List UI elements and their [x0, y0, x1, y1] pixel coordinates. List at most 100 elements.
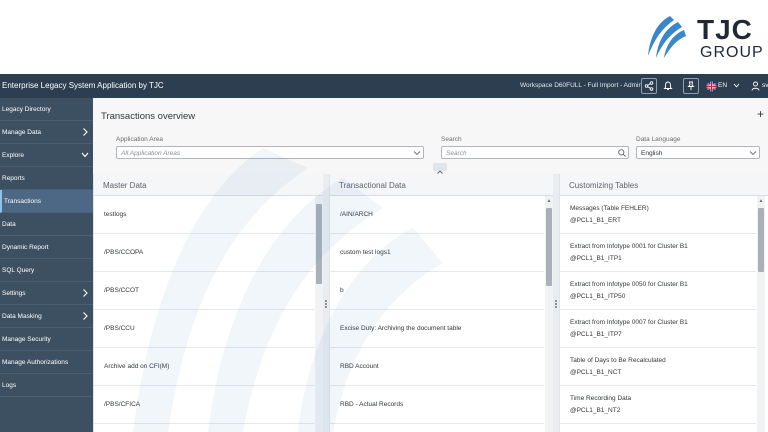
sidebar-item-label: Reports	[2, 175, 25, 182]
data-language-select[interactable]: English	[636, 146, 760, 159]
sidebar-item-label: Manage Authorizations	[2, 359, 69, 366]
list-item[interactable]: Excise Duty: Archiving the document tabl…	[330, 310, 544, 348]
item-title: /PBS/CFICA	[104, 401, 141, 408]
item-subtitle: @PCL1_B1_ITP7	[570, 331, 622, 338]
sidebar-item-data[interactable]: Data	[0, 213, 93, 236]
item-title: Archive add on CFI(M)	[104, 363, 170, 370]
sidebar-item-manage-security[interactable]: Manage Security	[0, 328, 93, 351]
item-title: RBD Account	[340, 363, 379, 370]
chevron-right-icon	[83, 289, 88, 297]
brand-banner: TJC GROUP	[0, 0, 768, 74]
transactional-data-panel: Transactional Data /AIN/ARCH custom test…	[329, 174, 553, 432]
item-title: RBD - Actual Records	[340, 401, 404, 408]
sidebar-item-label: Transactions	[4, 198, 41, 205]
bell-icon	[663, 81, 673, 90]
share-button[interactable]	[641, 78, 657, 94]
item-title: Table of Days to Be Recalculated	[570, 357, 666, 364]
sidebar-item-label: Legacy Directory	[2, 106, 51, 113]
scrollbar-thumb[interactable]	[316, 204, 322, 284]
flag-uk-icon	[706, 81, 716, 91]
pin-button[interactable]	[683, 78, 699, 94]
item-subtitle: @PCL1_B1_ITP50	[570, 293, 626, 300]
sidebar-item-settings[interactable]: Settings	[0, 282, 93, 305]
item-subtitle: @PCL1_B1_ITP1	[570, 255, 622, 262]
item-subtitle: @PCL1_B1_NCT	[570, 369, 622, 376]
item-title: /PBS/CCU	[104, 325, 135, 332]
customizing-tables-header: Customizing Tables	[560, 174, 768, 196]
item-title: /AIN/ARCH	[340, 211, 373, 218]
list-item[interactable]: /PBS/CCU	[94, 310, 314, 348]
item-title: Messages (Table FEHLER)	[570, 205, 649, 212]
list-item[interactable]: /PBS/CCOT	[94, 272, 314, 310]
item-title: Excise Duty: Archiving the document tabl…	[340, 325, 462, 332]
data-language-label: Data Language	[636, 136, 681, 143]
main-content: Transactions overview + Application Area…	[93, 98, 768, 432]
page-title: Transactions overview	[101, 111, 196, 122]
screen: TJC GROUP Enterprise Legacy System Appli…	[0, 0, 768, 432]
search-icon[interactable]	[617, 148, 627, 158]
item-title: testlogs	[104, 211, 127, 218]
item-title: Time Recording Data	[570, 395, 632, 402]
share-icon	[644, 81, 654, 91]
chevron-down-icon	[413, 151, 421, 156]
list-item[interactable]: /AIN/ARCH	[330, 196, 544, 234]
list-item[interactable]: /PBS/CCOPA	[94, 234, 314, 272]
item-title: /PBS/CCOT	[104, 287, 140, 294]
list-item[interactable]: RBD Account	[330, 348, 544, 386]
list-item[interactable]: RBD - Actual Records	[330, 386, 544, 424]
search-placeholder: Search	[446, 150, 467, 157]
master-data-scrollbar[interactable]	[315, 196, 323, 432]
workspace-label[interactable]: Workspace D60FULL - Full Import - Admin	[520, 82, 642, 89]
language-flag[interactable]	[704, 79, 718, 93]
scrollbar-thumb[interactable]	[546, 208, 552, 286]
application-area-select[interactable]: All Application Areas	[116, 146, 424, 159]
sidebar-item-logs[interactable]: Logs	[0, 374, 93, 397]
list-item[interactable]: b	[330, 272, 544, 310]
sidebar-item-reports[interactable]: Reports	[0, 167, 93, 190]
chevron-down-icon[interactable]	[733, 83, 740, 88]
item-subtitle: @PCL1_B1_ERT	[570, 217, 621, 224]
column-title: Master Data	[103, 181, 147, 190]
sidebar-item-manage-data[interactable]: Manage Data	[0, 121, 93, 144]
customizing-tables-panel: Customizing Tables Messages (Table FEHLE…	[559, 174, 768, 432]
user-icon[interactable]	[751, 81, 760, 91]
list-item[interactable]: Extract from Infotype 0050 for Cluster B…	[560, 272, 756, 310]
customizing-tables-scrollbar[interactable]: ▲	[757, 196, 765, 432]
scroll-up-icon[interactable]: ▲	[758, 198, 764, 204]
collapse-filters-button[interactable]	[433, 163, 447, 174]
notifications-button[interactable]	[661, 79, 675, 93]
sidebar-item-dynamic-report[interactable]: Dynamic Report	[0, 236, 93, 259]
sidebar-item-manage-authorizations[interactable]: Manage Authorizations	[0, 351, 93, 374]
list-item[interactable]: testlogs	[94, 196, 314, 234]
sidebar-item-explore[interactable]: Explore	[0, 144, 93, 167]
language-code[interactable]: EN	[718, 82, 727, 89]
tjc-logo: TJC GROUP	[640, 12, 764, 66]
splitter-grip-icon	[555, 300, 557, 308]
user-name[interactable]: sv	[762, 82, 768, 89]
list-item[interactable]: Messages (Table FEHLER) @PCL1_B1_ERT	[560, 196, 756, 234]
brand-name: TJC	[697, 14, 753, 45]
data-language-value: English	[641, 150, 663, 157]
master-data-header: Master Data	[94, 174, 323, 196]
scroll-up-icon[interactable]: ▲	[546, 198, 552, 204]
list-item[interactable]: Table of Days to Be Recalculated @PCL1_B…	[560, 348, 756, 386]
list-item[interactable]: Archive add on CFI(M)	[94, 348, 314, 386]
transactional-data-scrollbar[interactable]: ▲	[545, 196, 553, 432]
list-item[interactable]: Extract from Infotype 0001 for Cluster B…	[560, 234, 756, 272]
sidebar-item-sql-query[interactable]: SQL Query	[0, 259, 93, 282]
chevron-down-icon	[749, 151, 757, 156]
sidebar-item-legacy-directory[interactable]: Legacy Directory	[0, 98, 93, 121]
chevron-down-icon	[81, 152, 89, 158]
list-item[interactable]: Time Recording Data @PCL1_B1_NT2	[560, 386, 756, 424]
sidebar-item-data-masking[interactable]: Data Masking	[0, 305, 93, 328]
item-title: Extract from Infotype 0007 for Cluster B…	[570, 319, 688, 326]
add-button[interactable]: +	[757, 107, 764, 121]
list-item[interactable]: custom test logs1	[330, 234, 544, 272]
sidebar-item-label: SQL Query	[2, 267, 35, 274]
list-item[interactable]: /PBS/CFICA	[94, 386, 314, 424]
sidebar-item-transactions[interactable]: Transactions	[0, 190, 93, 213]
search-input[interactable]: Search	[441, 146, 629, 159]
list-item[interactable]: Extract from Infotype 0007 for Cluster B…	[560, 310, 756, 348]
scrollbar-thumb[interactable]	[758, 208, 764, 272]
tjc-logo-mark-icon	[648, 16, 686, 58]
